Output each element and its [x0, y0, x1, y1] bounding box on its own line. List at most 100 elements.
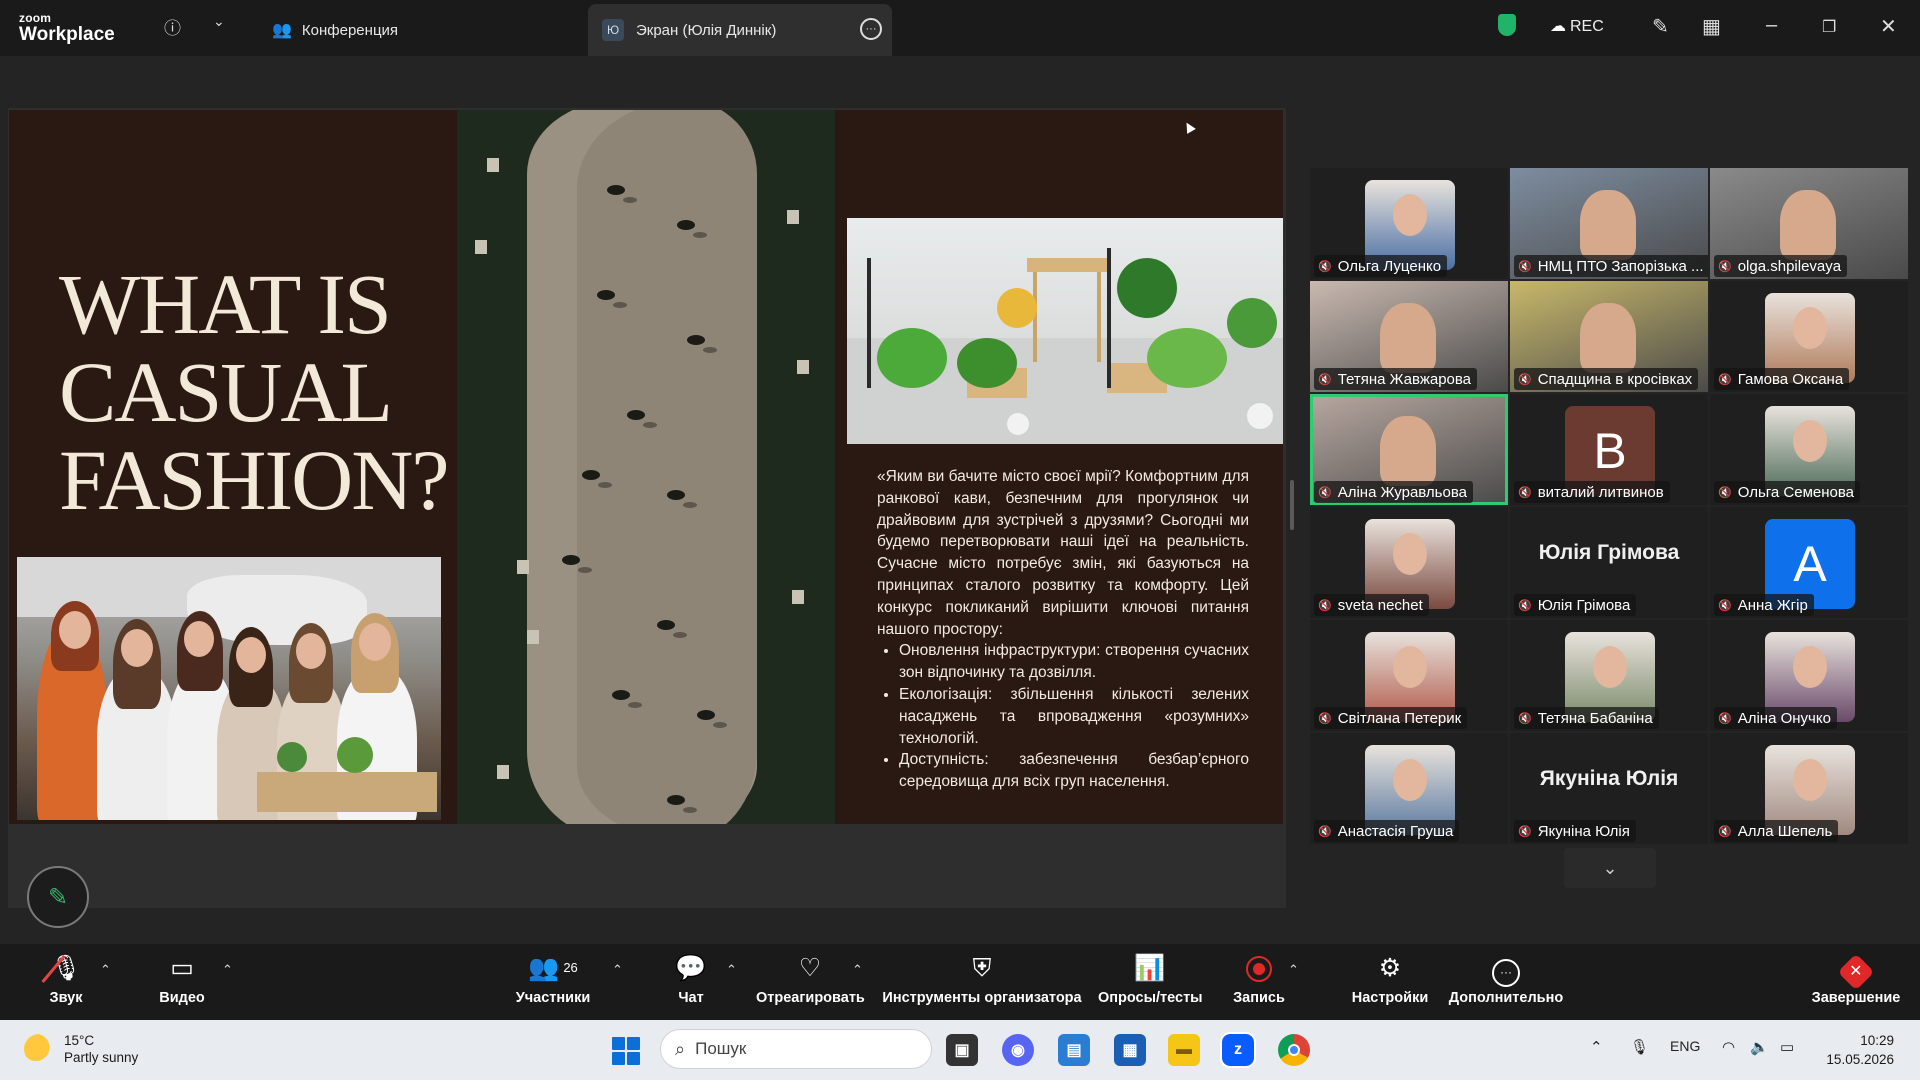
mic-muted-icon: 🔇: [1518, 825, 1532, 838]
participant-name-tag: 🔇 Світлана Петерик: [1314, 707, 1468, 729]
annotate-icon[interactable]: ✎: [1652, 14, 1669, 39]
taskbar-search[interactable]: ⌕ Пошук: [660, 1029, 932, 1069]
more-button[interactable]: ··· Дополнительно: [1448, 954, 1564, 1006]
slide-title-line: FASHION?: [59, 432, 450, 528]
close-icon[interactable]: ✕: [1880, 14, 1897, 39]
tab-screen-share[interactable]: Ю Экран (Юлія Диннік) ···: [588, 4, 892, 56]
logo-top-text: zoom: [19, 11, 52, 25]
participants-label: Участники: [515, 990, 591, 1006]
tab-screen-share-label: Экран (Юлія Диннік): [636, 21, 777, 39]
participant-tile[interactable]: B 🔇 виталий литвинов: [1510, 394, 1708, 505]
start-button[interactable]: [612, 1037, 640, 1065]
taskbar-clock[interactable]: 10:29 15.05.2026: [1826, 1031, 1894, 1069]
react-button[interactable]: ♡ Отреагировать: [756, 954, 865, 1006]
logo-bottom-text: Workplace: [19, 24, 115, 45]
polls-label: Опросы/тесты: [1098, 990, 1203, 1006]
minimize-icon[interactable]: –: [1766, 14, 1777, 37]
info-icon[interactable]: ⓘ: [164, 14, 181, 39]
tray-overflow-icon[interactable]: ⌃: [1590, 1038, 1603, 1056]
participant-tile[interactable]: 🔇 Гамова Оксана: [1710, 281, 1908, 392]
wifi-icon[interactable]: ◠: [1722, 1038, 1735, 1056]
restore-icon[interactable]: ❐: [1822, 17, 1836, 37]
mic-muted-icon: 🔇: [1318, 373, 1332, 386]
participant-tile[interactable]: 🔇 Алла Шепель: [1710, 733, 1908, 844]
file-explorer-icon[interactable]: ▬: [1168, 1034, 1200, 1066]
participant-tile[interactable]: 🔇 Тетяна Бабаніна: [1510, 620, 1708, 731]
participant-tile[interactable]: 🔇 olga.shpilevaya: [1710, 168, 1908, 279]
mic-muted-icon: 🔇: [1518, 486, 1532, 499]
participant-name: Ольга Семенова: [1737, 483, 1855, 501]
microphone-icon[interactable]: 🎙: [1630, 1038, 1649, 1056]
mic-muted-icon: 🔇: [1718, 825, 1732, 838]
participant-tile[interactable]: 🔇 sveta nechet: [1310, 507, 1508, 618]
chevron-down-icon: ⌄: [1602, 857, 1618, 878]
chevron-down-icon[interactable]: ⌄: [213, 13, 225, 30]
participants-button[interactable]: 👥 26 Участники: [505, 954, 601, 1006]
chat-app-icon[interactable]: ◉: [1002, 1034, 1034, 1066]
chat-options-caret[interactable]: ⌃: [726, 962, 737, 978]
participant-tile[interactable]: 🔇 Аліна Журавльова: [1310, 394, 1508, 505]
shared-slide: WHAT IS CASUAL FASHION? «Яким ви бачите …: [9, 110, 1283, 824]
react-options-caret[interactable]: ⌃: [852, 962, 863, 978]
task-view-icon[interactable]: ▣: [946, 1034, 978, 1066]
participant-tile[interactable]: 🔇 Анастасія Груша: [1310, 733, 1508, 844]
participant-name-tag: 🔇 Якуніна Юлія: [1514, 820, 1636, 842]
end-meeting-button[interactable]: ✕ Завершение: [1808, 953, 1904, 1006]
participants-count: 26: [563, 960, 578, 975]
more-options-icon[interactable]: ···: [860, 18, 882, 40]
video-feed: [1580, 303, 1636, 373]
participant-tile[interactable]: 🔇 Ольга Семенова: [1710, 394, 1908, 505]
video-options-caret[interactable]: ⌃: [222, 962, 233, 978]
slide-bullet: Доступність: забезпечення безбар’єрного …: [899, 749, 1249, 793]
participant-tile[interactable]: Якуніна Юлія 🔇 Якуніна Юлія: [1510, 733, 1708, 844]
end-label: Завершение: [1811, 990, 1901, 1006]
zoom-logo: zoom Workplace: [19, 12, 115, 44]
participant-tile[interactable]: 🔇 Аліна Онучко: [1710, 620, 1908, 731]
settings-button[interactable]: ⚙ Настройки: [1350, 954, 1430, 1006]
participant-display-name: Юлія Грімова: [1538, 541, 1680, 564]
record-options-caret[interactable]: ⌃: [1288, 962, 1299, 978]
language-indicator[interactable]: ENG: [1670, 1038, 1700, 1054]
host-tools-button[interactable]: ⛨ Инструменты организатора: [880, 954, 1084, 1006]
participant-name: Світлана Петерик: [1337, 709, 1462, 727]
chat-button[interactable]: 💬 Чат: [668, 954, 714, 1006]
participant-tile[interactable]: 🔇 Ольга Луценко: [1310, 168, 1508, 279]
participant-tile[interactable]: A 🔇 Анна Жгір: [1710, 507, 1908, 618]
participant-name-tag: 🔇 olga.shpilevaya: [1714, 255, 1848, 277]
participant-tile[interactable]: 🔇 Тетяна Жавжарова: [1310, 281, 1508, 392]
view-layout-icon[interactable]: ▦: [1702, 14, 1721, 39]
record-button[interactable]: Запись: [1232, 954, 1286, 1006]
participant-tile[interactable]: Юлія Грімова 🔇 Юлія Грімова: [1510, 507, 1708, 618]
bar-chart-icon: 📊: [1134, 954, 1166, 982]
participant-name: Тетяна Жавжарова: [1337, 370, 1472, 388]
chat-label: Чат: [678, 990, 704, 1006]
zoom-app-icon[interactable]: z: [1220, 1032, 1256, 1068]
gallery-next-page-button[interactable]: ⌄: [1564, 848, 1656, 888]
chat-icon: 💬: [675, 954, 707, 982]
participant-tile[interactable]: 🔇 НМЦ ПТО Запорізька ...: [1510, 168, 1708, 279]
audio-button[interactable]: 🎙 Звук: [40, 954, 92, 1006]
record-icon: [1232, 954, 1286, 984]
polls-button[interactable]: 📊 Опросы/тесты: [1098, 954, 1203, 1006]
participants-options-caret[interactable]: ⌃: [612, 962, 623, 978]
clock-time: 10:29: [1860, 1033, 1894, 1048]
annotation-pen-button[interactable]: ✎: [27, 866, 89, 928]
app-icon[interactable]: ▤: [1058, 1034, 1090, 1066]
tab-meeting[interactable]: 👥 Конференция: [272, 4, 572, 56]
participant-name-tag: 🔇 Аліна Онучко: [1714, 707, 1837, 729]
battery-icon[interactable]: ▭: [1780, 1038, 1794, 1056]
gear-icon: ⚙: [1378, 954, 1402, 982]
chrome-icon[interactable]: [1278, 1034, 1310, 1066]
volume-icon[interactable]: 🔈: [1750, 1038, 1769, 1056]
mic-muted-icon: 🔇: [1518, 599, 1532, 612]
record-indicator[interactable]: ☁ REC: [1550, 16, 1604, 36]
shield-icon[interactable]: [1498, 14, 1516, 36]
participant-tile[interactable]: 🔇 Спадщина в кросівках: [1510, 281, 1708, 392]
participant-tile[interactable]: 🔇 Світлана Петерик: [1310, 620, 1508, 731]
video-button[interactable]: ▭ Видео: [152, 954, 212, 1006]
video-label: Видео: [159, 990, 205, 1006]
audio-options-caret[interactable]: ⌃: [100, 962, 111, 978]
weather-widget[interactable]: 15°C Partly sunny: [24, 1032, 138, 1066]
calculator-icon[interactable]: ▦: [1114, 1034, 1146, 1066]
splitter-handle[interactable]: [1290, 480, 1294, 530]
